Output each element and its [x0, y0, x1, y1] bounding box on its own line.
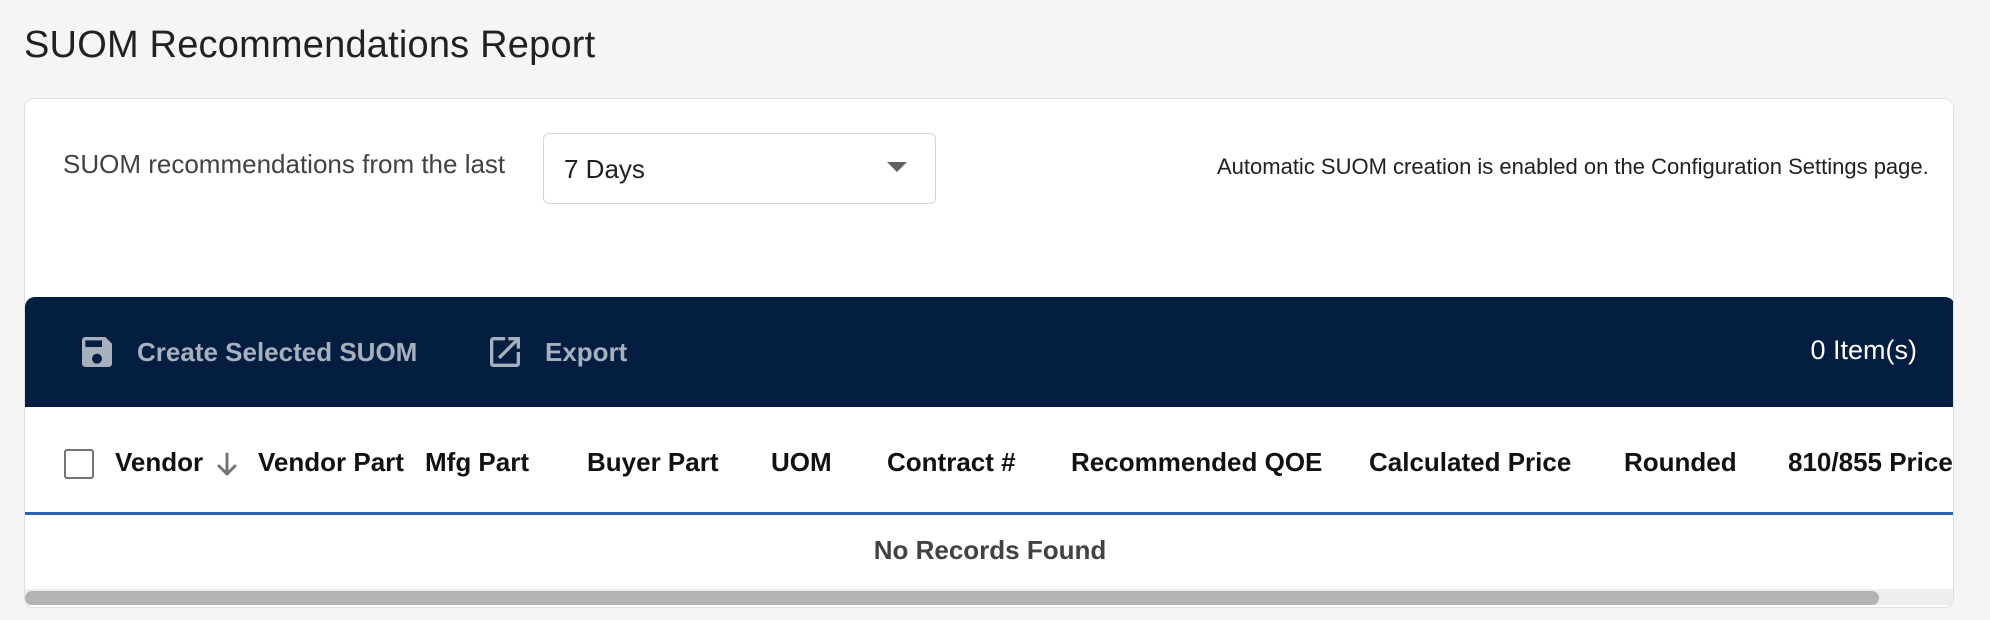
auto-suom-note: Automatic SUOM creation is enabled on th… [1217, 154, 1929, 179]
save-icon [77, 332, 117, 372]
column-header-calculated-price[interactable]: Calculated Price [1369, 447, 1571, 478]
select-all-checkbox[interactable] [64, 449, 94, 479]
arrow-down-icon[interactable] [215, 451, 239, 484]
horizontal-scrollbar[interactable] [25, 589, 1953, 605]
column-header-recommended-qoe[interactable]: Recommended QOE [1071, 447, 1322, 478]
page-title: SUOM Recommendations Report [24, 24, 596, 66]
empty-state-message: No Records Found [873, 535, 1107, 565]
report-card: SUOM recommendations from the last 7 Day… [24, 98, 1954, 608]
date-range-label: SUOM recommendations from the last [63, 149, 506, 179]
scrollbar-thumb[interactable] [25, 591, 1879, 605]
date-range-value: 7 Days [564, 154, 645, 184]
table-toolbar: Create Selected SUOM Export 0 Item(s) [25, 297, 1953, 407]
date-range-select[interactable]: 7 Days [543, 133, 936, 204]
column-header-vendor[interactable]: Vendor [115, 447, 203, 478]
create-selected-suom-button[interactable]: Create Selected SUOM [77, 297, 417, 407]
export-button[interactable]: Export [485, 297, 627, 407]
column-header-rounded[interactable]: Rounded [1624, 447, 1737, 478]
column-header-810-855-price[interactable]: 810/855 Price [1788, 447, 1953, 478]
column-header-buyer-part[interactable]: Buyer Part [587, 447, 719, 478]
open-in-new-icon [485, 332, 525, 372]
item-count: 0 Item(s) [1810, 335, 1917, 365]
column-header-vendor-part[interactable]: Vendor Part [258, 447, 404, 478]
create-selected-suom-label: Create Selected SUOM [137, 336, 418, 367]
table-header: Vendor Vendor Part Mfg Part Buyer Part U… [25, 407, 1953, 515]
export-label: Export [545, 336, 628, 367]
column-header-contract[interactable]: Contract # [887, 447, 1016, 478]
caret-down-icon [887, 162, 907, 172]
column-header-mfg-part[interactable]: Mfg Part [425, 447, 529, 478]
column-header-uom[interactable]: UOM [771, 447, 832, 478]
